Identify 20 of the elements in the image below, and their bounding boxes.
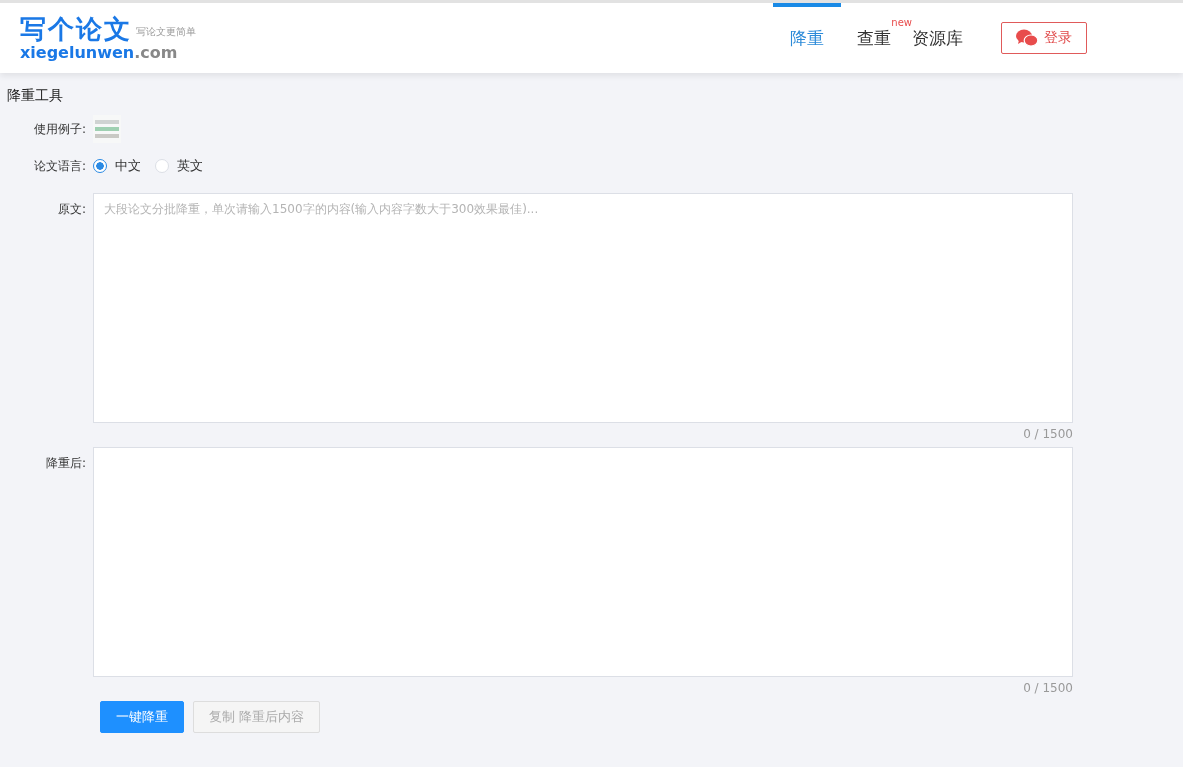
source-text-field[interactable]: 大段论文分批降重，单次请输入1500字的内容(输入内容字数大于300效果最佳)... bbox=[93, 193, 1073, 423]
language-radio[interactable]: 英文 bbox=[155, 157, 203, 175]
chat-bubbles-icon bbox=[1016, 29, 1038, 47]
field-label: 降重后: bbox=[44, 455, 87, 472]
result-text-field[interactable] bbox=[93, 447, 1073, 677]
nav-tab[interactable]: 查重 bbox=[841, 3, 892, 73]
field-label: 使用例子: bbox=[32, 120, 87, 138]
field-label: 论文语言: bbox=[32, 157, 87, 175]
page-title: 降重工具 bbox=[6, 87, 64, 105]
nav-tab[interactable]: 资源库 bbox=[912, 3, 979, 73]
logo-title: 写个论文 bbox=[20, 14, 132, 44]
new-label: new bbox=[891, 17, 912, 29]
character-counter: 0 / 1500 bbox=[1023, 680, 1073, 695]
logo-tagline: 写论文更简单 bbox=[136, 25, 196, 39]
login-button[interactable]: 登录 bbox=[1001, 22, 1087, 54]
logo-domain: xiegelunwen.com bbox=[20, 44, 179, 62]
character-counter: 0 / 1500 bbox=[1023, 426, 1073, 441]
field-label: 原文: bbox=[56, 201, 87, 218]
nav-tab[interactable]: 降重 bbox=[773, 3, 842, 73]
language-radio[interactable]: 中文 bbox=[93, 157, 141, 175]
